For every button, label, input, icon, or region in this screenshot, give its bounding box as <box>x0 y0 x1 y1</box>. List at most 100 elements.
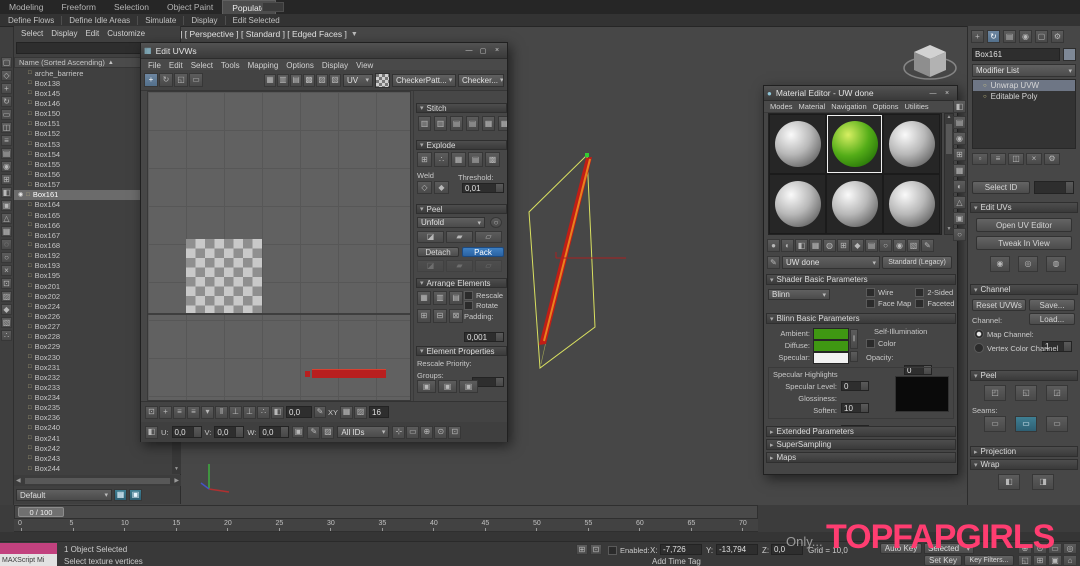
weld-icon[interactable]: ◆ <box>434 181 449 194</box>
uvw-grid-size-field[interactable]: 16 <box>369 406 389 418</box>
absolute-mode-icon[interactable]: ◧ <box>145 426 158 439</box>
detach-button[interactable]: Detach <box>417 247 459 257</box>
stack-tool-icon[interactable]: ⚙ <box>1044 153 1060 165</box>
stitch-icon[interactable]: ▦ <box>498 116 507 131</box>
peel-tool-icon[interactable]: ◲ <box>1046 385 1068 401</box>
threshold-field[interactable]: 0,01 <box>462 183 504 193</box>
uvw-toolbar-icon[interactable]: ▧ <box>329 74 341 87</box>
specular-level-field[interactable]: 0 <box>841 381 869 391</box>
timeline-ruler[interactable]: 0510152025303540455055606570 <box>14 519 758 532</box>
uvw-toolbar-icon[interactable]: ▨ <box>316 74 328 87</box>
arrange-icon[interactable]: ⊟ <box>433 309 447 323</box>
arrange-icon[interactable]: ▤ <box>449 291 463 305</box>
material-slot[interactable] <box>883 114 940 174</box>
uvw-grid-icon[interactable]: ▦ <box>340 406 353 419</box>
uvw-nav-icon[interactable]: ⊕ <box>420 426 433 439</box>
xy-axis-label[interactable]: XY <box>328 408 338 417</box>
ribbon-tab[interactable]: Object Paint <box>158 0 222 14</box>
ribbon-tool[interactable]: Edit Selected <box>228 16 285 25</box>
material-slot[interactable] <box>826 174 883 234</box>
scene-menu-customize[interactable]: Customize <box>103 29 149 38</box>
search-input[interactable] <box>16 42 149 54</box>
add-time-tag[interactable]: Add Time Tag <box>652 557 701 566</box>
material-tool-icon[interactable]: ▧ <box>907 239 920 252</box>
close-button[interactable]: × <box>940 88 954 99</box>
unfold-dropdown[interactable]: Unfold <box>417 217 485 228</box>
edit-uvws-titlebar[interactable]: ▦ Edit UVWs — ▢ × <box>141 43 507 59</box>
padding-field[interactable]: 0,001 <box>464 332 504 342</box>
rollout-projection[interactable]: Projection <box>970 446 1078 457</box>
scene-scrollbar-h[interactable]: ◀ ▶ <box>14 475 181 486</box>
group-icon[interactable]: ▣ <box>417 380 436 393</box>
left-toolbar-icon[interactable]: ⊞ <box>1 174 12 185</box>
arrange-icon[interactable]: ⊞ <box>417 309 431 323</box>
stitch-icon[interactable]: ▦ <box>482 116 495 131</box>
rescale-checkbox[interactable]: Rescale <box>464 291 503 300</box>
uvw-option-icon[interactable]: ≡ <box>187 406 200 419</box>
nav-control-icon[interactable]: ⌂ <box>1063 555 1077 566</box>
right-toolbar-icon[interactable]: ◧ <box>953 100 966 113</box>
left-toolbar-icon[interactable]: × <box>1 265 12 276</box>
rollout-explode[interactable]: Explode <box>416 140 507 150</box>
map-channel-radio[interactable]: Map Channel: <box>974 329 1034 339</box>
uvw-option-icon[interactable]: ∴ <box>257 406 270 419</box>
uv-display-icon[interactable]: ◎ <box>1018 256 1038 272</box>
enabled-checkbox[interactable]: Enabled: <box>608 546 650 555</box>
rollout-blinn-basic-parameters[interactable]: Blinn Basic Parameters <box>766 313 956 324</box>
load-button[interactable]: Load... <box>1029 313 1075 325</box>
material-menu-material[interactable]: Material <box>796 102 829 111</box>
uv-display-icon[interactable]: ◉ <box>990 256 1010 272</box>
scale-icon[interactable]: ◱ <box>174 73 188 87</box>
eyedropper-icon[interactable]: ✎ <box>767 256 780 269</box>
right-toolbar-icon[interactable]: ▣ <box>953 212 966 225</box>
scroll-down-icon[interactable]: ▼ <box>172 466 181 474</box>
scene-menu-edit[interactable]: Edit <box>81 29 103 38</box>
specular-color-swatch[interactable] <box>813 352 849 364</box>
left-toolbar-icon[interactable]: ▧ <box>1 317 12 328</box>
minimize-button[interactable]: — <box>926 88 940 99</box>
rollout-maps[interactable]: Maps <box>766 452 956 463</box>
rollout-arrange-elements[interactable]: Arrange Elements <box>416 278 507 288</box>
peel-icon[interactable]: ▰ <box>446 231 473 243</box>
left-toolbar-icon[interactable]: ◆ <box>1 304 12 315</box>
uvw-menu-select[interactable]: Select <box>187 61 217 70</box>
lock-ambient-diffuse-icon[interactable]: ∥ <box>850 329 858 349</box>
material-tool-icon[interactable]: ▤ <box>865 239 878 252</box>
material-editor-titlebar[interactable]: ● Material Editor - UW done — × <box>764 86 957 101</box>
left-toolbar-icon[interactable]: ▨ <box>1 291 12 302</box>
left-toolbar-icon[interactable]: ◉ <box>1 161 12 172</box>
seam-icon[interactable]: ▭ <box>984 416 1006 432</box>
nav-control-icon[interactable]: ◎ <box>1063 543 1077 554</box>
status-toggle-icon[interactable]: ⊞ <box>576 544 588 555</box>
material-type-button[interactable]: Standard (Legacy) <box>882 256 952 269</box>
right-toolbar-icon[interactable]: ◉ <box>953 132 966 145</box>
left-toolbar-icon[interactable]: ◇ <box>1 70 12 81</box>
material-tool-icon[interactable]: ◍ <box>823 239 836 252</box>
rollout-supersampling[interactable]: SuperSampling <box>766 439 956 450</box>
self-illum-color-checkbox[interactable]: Color <box>866 339 896 348</box>
maxscript-mini-listener[interactable]: MAXScript Mi <box>0 554 57 566</box>
viewport-menu-icon[interactable]: ▼ <box>351 31 358 38</box>
peel-options-icon[interactable]: ○ <box>490 217 502 228</box>
uvw-option-icon[interactable]: ‖ <box>215 406 228 419</box>
left-toolbar-icon[interactable]: ⊡ <box>1 278 12 289</box>
u-field[interactable]: 0,0 <box>172 426 202 438</box>
material-menu-utilities[interactable]: Utilities <box>902 102 932 111</box>
arrange-icon[interactable]: ⊠ <box>449 309 463 323</box>
stitch-icon[interactable]: ▥ <box>418 116 431 131</box>
rollout-element-properties[interactable]: Element Properties <box>416 346 507 356</box>
object-color-swatch[interactable] <box>1063 48 1076 61</box>
uvw-menu-view[interactable]: View <box>352 61 377 70</box>
tab-utilities-icon[interactable]: ⚙ <box>1051 30 1064 43</box>
right-toolbar-icon[interactable]: △ <box>953 196 966 209</box>
uvw-toolbar-icon[interactable]: ▥ <box>277 74 289 87</box>
paint-select-icon[interactable]: ▨ <box>321 426 334 439</box>
uvw-value-field[interactable]: 0,0 <box>286 406 312 418</box>
arrange-icon[interactable]: ▥ <box>433 291 447 305</box>
rollout-peel-panel[interactable]: Peel <box>970 370 1078 381</box>
uvw-option-icon[interactable]: ⊡ <box>145 406 158 419</box>
macro-recorder-field[interactable] <box>0 543 57 554</box>
diffuse-map-icon[interactable] <box>850 351 858 362</box>
ribbon-mini-panel[interactable] <box>262 2 284 12</box>
left-toolbar-icon[interactable]: ○ <box>1 252 12 263</box>
